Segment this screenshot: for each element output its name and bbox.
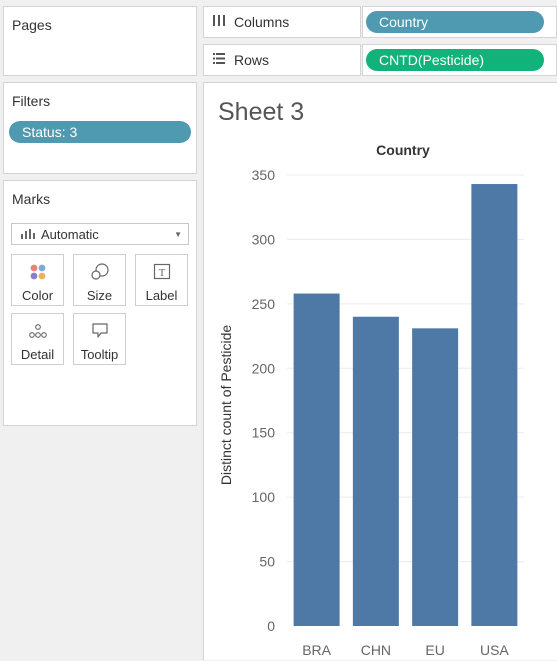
text-label-icon: T [136,263,187,281]
x-tick-label: USA [480,642,509,658]
detail-button[interactable]: Detail [11,313,64,365]
label-button[interactable]: T Label [135,254,188,306]
chevron-down-icon: ▼ [174,230,182,239]
y-tick-label: 200 [252,360,276,376]
columns-pill-country[interactable]: Country [366,11,544,33]
pages-title: Pages [12,17,52,33]
color-label: Color [21,288,54,303]
y-tick-label: 100 [252,489,276,505]
x-tick-label: CHN [361,642,391,658]
size-icon [74,263,125,281]
x-tick-label: EU [425,642,444,658]
rows-pill-cntd-pesticide[interactable]: CNTD(Pesticide) [366,49,544,71]
bar-eu[interactable] [412,328,459,626]
tooltip-button[interactable]: Tooltip [73,313,126,365]
rows-shelf[interactable]: CNTD(Pesticide) [362,44,557,76]
label-label: Label [145,288,178,303]
detail-label: Detail [20,347,55,362]
marks-card: Marks Automatic ▼ Color Size T Label Det… [3,180,197,426]
rows-shelf-label: Rows [203,44,361,76]
y-axis-title: Distinct count of Pesticide [218,325,234,486]
svg-text:T: T [158,267,165,279]
tooltip-icon [74,322,125,340]
detail-icon [12,322,63,340]
pages-card[interactable]: Pages [3,6,197,76]
y-tick-label: 150 [252,425,276,441]
size-button[interactable]: Size [73,254,126,306]
columns-shelf[interactable]: Country [362,6,557,38]
filters-title: Filters [12,93,51,109]
tooltip-label: Tooltip [80,347,119,362]
sheet-view[interactable]: Sheet 3 Country Distinct count of Pestic… [203,82,557,660]
color-button[interactable]: Color [11,254,64,306]
bar-chart-icon [21,229,35,239]
y-tick-label: 300 [252,231,276,247]
mark-type-dropdown[interactable]: Automatic ▼ [11,223,189,245]
bar-bra[interactable] [293,293,340,626]
x-tick-label: BRA [302,642,331,658]
filters-card: Filters Status: 3 [3,82,197,174]
y-tick-label: 250 [252,296,276,312]
y-tick-label: 50 [259,554,275,570]
y-tick-label: 0 [267,618,275,634]
y-tick-label: 350 [252,167,276,183]
bars [293,184,518,626]
size-label: Size [86,288,113,303]
columns-pill-label: Country [379,14,429,30]
column-header: Country [376,142,430,158]
x-axis-ticks: BRA CHN EU USA [302,642,509,658]
rows-label: Rows [234,52,270,68]
bar-usa[interactable] [471,184,518,626]
columns-icon [210,15,228,29]
rows-icon [210,53,228,67]
filter-pill-status[interactable]: Status: 3 [9,121,191,143]
bar-chart: Country Distinct count of Pesticide 0 50 1… [218,142,524,658]
bar-chn[interactable] [352,316,399,626]
columns-shelf-label: Columns [203,6,361,38]
mark-type-label: Automatic [41,226,99,242]
columns-label: Columns [234,14,290,30]
y-axis-ticks: 0 50 100 150 200 250 300 350 [252,167,276,634]
rows-pill-label: CNTD(Pesticide) [379,52,485,68]
color-icon [12,263,63,281]
filter-pill-label: Status: 3 [22,124,78,140]
marks-title: Marks [12,191,51,207]
